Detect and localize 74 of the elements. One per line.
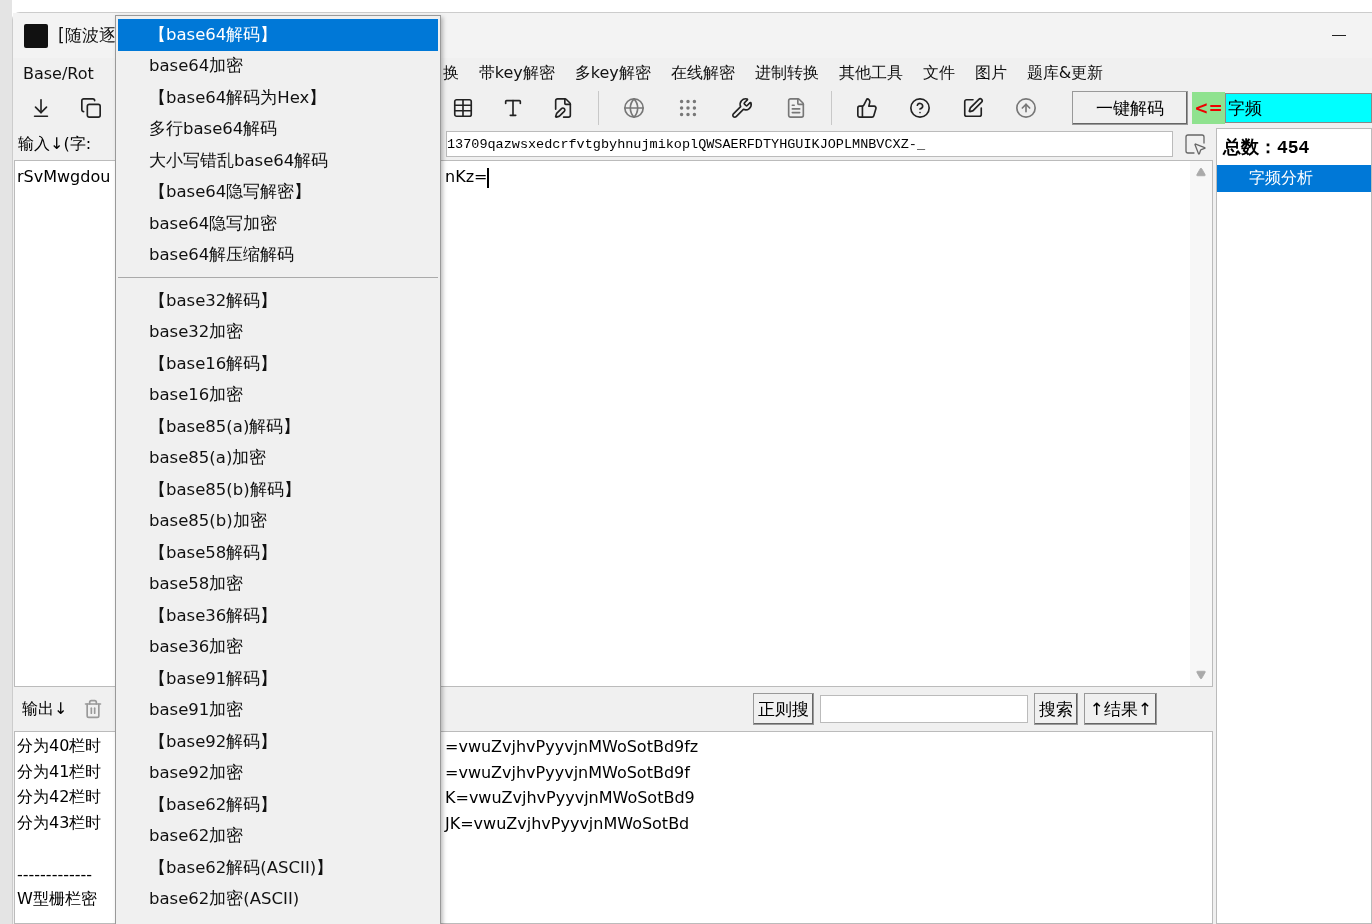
menu-option[interactable]: base58加密	[118, 568, 438, 600]
font-icon[interactable]	[502, 97, 524, 119]
tools-icon[interactable]	[731, 97, 753, 119]
output-text: 分为40栏时	[17, 736, 102, 756]
output-text: JK=vwuZvjhvPyyvjnMWoSotBd	[445, 813, 690, 833]
menu-item[interactable]: 其他工具	[828, 62, 913, 84]
upload-icon[interactable]	[1014, 97, 1037, 119]
menu-option[interactable]: base62加密	[118, 820, 438, 852]
menu-option[interactable]: 【base32解码】	[118, 285, 438, 317]
scroll-bar[interactable]	[1190, 161, 1212, 686]
menu-option[interactable]: 【base62解码(ASCII)】	[118, 852, 438, 884]
search-button[interactable]: 搜索	[1034, 693, 1079, 725]
search-field[interactable]	[820, 695, 1029, 723]
menu-option[interactable]: 多行base64解码	[118, 113, 438, 145]
menu-option[interactable]: 【base58解码】	[118, 537, 438, 569]
output-label: 输出↓	[22, 698, 68, 720]
menu-option[interactable]: base64加密	[118, 50, 438, 82]
output-text: 分为43栏时	[17, 812, 102, 832]
edit-icon[interactable]	[961, 97, 984, 119]
edit-file-icon[interactable]	[552, 97, 574, 119]
output-text: -------------	[17, 864, 93, 884]
output-text: 分为42栏时	[17, 787, 102, 807]
menu-option[interactable]: base85(b)加密	[118, 505, 438, 537]
menu-option[interactable]: base16加密	[118, 379, 438, 411]
menu-option[interactable]: base91加密	[118, 694, 438, 726]
output-text: 分为41栏时	[17, 761, 102, 781]
menu-option[interactable]: base64解压缩解码	[118, 239, 438, 271]
output-text: =vwuZvjhvPyyvjnMWoSotBd9fz	[445, 737, 699, 757]
menu-item[interactable]: 图片	[964, 62, 1017, 84]
output-text: =vwuZvjhvPyyvjnMWoSotBd9f	[445, 762, 690, 782]
help-icon[interactable]	[908, 97, 931, 119]
menu-option[interactable]: base32加密	[118, 316, 438, 348]
menu-option[interactable]: 【base36解码】	[118, 600, 438, 632]
menu-option[interactable]: 【base64解码】	[118, 19, 438, 51]
menu-option[interactable]: 【base64解码为Hex】	[118, 82, 438, 114]
menu-item[interactable]: 题库&更新	[1016, 62, 1114, 84]
result-button[interactable]: ↑结果↑	[1084, 693, 1157, 725]
window-title: [随波逐	[58, 24, 116, 47]
menu-option[interactable]: 【base62解码】	[118, 789, 438, 821]
menu-option[interactable]: base92加密	[118, 757, 438, 789]
thumbs-up-icon[interactable]	[855, 97, 878, 119]
output-text: K=vwuZvjhvPyyvjnMWoSotBd9	[445, 788, 695, 808]
input-text: nKz=	[445, 167, 490, 190]
input-label: 输入↓(字:	[17, 133, 93, 155]
regex-search-button[interactable]: 正则搜	[753, 693, 815, 725]
decode-button[interactable]: 一键解码	[1072, 91, 1188, 125]
menu-item[interactable]: 在线解密	[660, 62, 745, 84]
document-icon[interactable]	[785, 97, 807, 119]
menu-option[interactable]: 【base16解码】	[118, 348, 438, 380]
globe-icon[interactable]	[623, 97, 645, 119]
pointer-icon[interactable]	[1183, 132, 1207, 156]
table-icon[interactable]	[452, 97, 474, 119]
menu-option[interactable]: base36加密	[118, 631, 438, 663]
app-logo	[24, 23, 48, 48]
total-count: 总数：454	[1221, 137, 1311, 160]
arrow-label: <=	[1192, 92, 1225, 124]
menu-item[interactable]: 多key解密	[564, 62, 661, 84]
menu-item[interactable]: 带key解密	[468, 62, 565, 84]
list-item[interactable]: 字频分析	[1217, 165, 1371, 192]
alphabet-field[interactable]: 13709qazwsxedcrfvtgbyhnujmikoplQWSAERFDTYHGUIKJOPLMNBVCXZ-_	[446, 131, 1173, 157]
menu-option[interactable]: 【base64隐写解密】	[118, 176, 438, 208]
menu-item[interactable]: 文件	[912, 62, 965, 84]
input-text: rSvMwgdou	[16, 167, 112, 188]
menu-option[interactable]: 【base85(a)解码】	[118, 411, 438, 443]
menu-option[interactable]: base64隐写加密	[118, 208, 438, 240]
menu-item[interactable]: Base/Rot	[13, 63, 104, 83]
menu-item[interactable]: 进制转换	[744, 62, 829, 84]
analysis-field[interactable]: 字频	[1225, 93, 1372, 123]
dots-grid-icon[interactable]	[677, 97, 699, 119]
menu-option[interactable]: base62加密(ASCII)	[118, 883, 438, 915]
menu-option[interactable]: 【base85(b)解码】	[118, 474, 438, 506]
menu-option[interactable]: base85(a)加密	[118, 442, 438, 474]
copy-icon[interactable]	[80, 97, 102, 119]
output-text: W型栅栏密	[17, 889, 97, 909]
